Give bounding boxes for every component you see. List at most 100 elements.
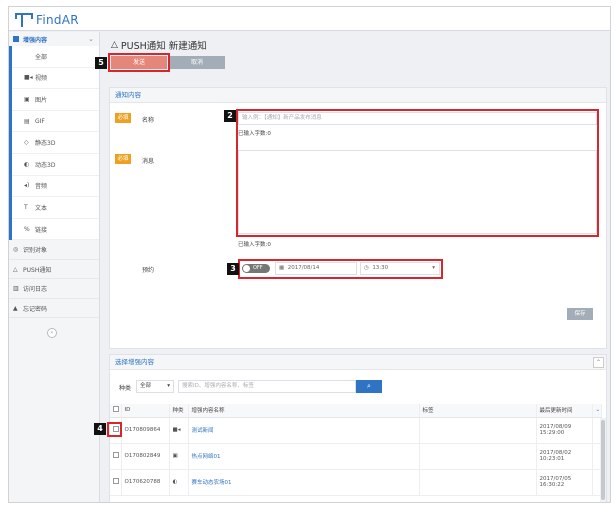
- sidebar-section-augmented-content[interactable]: 增强内容 ⌄: [9, 32, 99, 46]
- sidebar-item-link[interactable]: % 链接: [12, 219, 99, 241]
- sidebar-item-label: GIF: [35, 117, 45, 125]
- sidebar-item-audio[interactable]: ◂) 音频: [12, 176, 99, 198]
- scrollbar-thumb[interactable]: [601, 420, 605, 500]
- findar-logo-icon: [15, 13, 33, 27]
- content-square-icon: [13, 36, 19, 42]
- highlight-box-checkbox: [107, 422, 122, 437]
- row-checkbox[interactable]: [113, 478, 119, 484]
- sidebar-item-text[interactable]: T 文本: [12, 197, 99, 219]
- sidebar-item-recognition-target[interactable]: ◎ 识别对象: [9, 240, 99, 260]
- required-tag: 必填: [115, 154, 131, 164]
- annotation-badge: 5: [95, 57, 107, 69]
- row-tag: [419, 443, 537, 470]
- column-header-id[interactable]: ID: [121, 404, 170, 418]
- sidebar-item-image[interactable]: ▣ 图片: [12, 89, 99, 111]
- sidebar-item-label: 全部: [35, 53, 48, 61]
- name-label: 名称: [142, 117, 155, 124]
- highlight-box-name-message: [236, 109, 599, 237]
- sidebar-item-label: 图片: [35, 96, 48, 104]
- type-filter-value: 全部: [140, 383, 152, 389]
- row-updated-time: 16:30:22: [539, 482, 565, 488]
- column-header-tag[interactable]: 标签: [419, 404, 537, 418]
- message-label: 消息: [142, 158, 155, 165]
- table-row[interactable]: O170802849 ▣ 热点网络01 2017/08/02 10:23:01: [110, 443, 602, 470]
- column-header-updated[interactable]: 最后更新时间: [536, 404, 593, 418]
- required-tag: 必填: [115, 113, 131, 123]
- notification-form-panel: 通知内容 必填 名称 输入例：【通知】新产品发布消息 已输入字数:0 必填 消息…: [109, 87, 607, 349]
- column-header-type[interactable]: 种类: [169, 404, 189, 418]
- sidebar-item-label: 音频: [35, 183, 48, 191]
- row-id: O170620788: [121, 469, 170, 496]
- collapse-panel-button[interactable]: ⌃: [593, 357, 604, 368]
- sidebar-item-video[interactable]: ■◂ 视频: [12, 68, 99, 90]
- sidebar-item-static-3d[interactable]: ◇ 静态3D: [12, 132, 99, 154]
- sort-cell[interactable]: ⌄: [592, 404, 602, 418]
- row-tag: [419, 469, 537, 496]
- image-icon: ▣: [172, 453, 178, 459]
- search-button[interactable]: ⌕: [356, 380, 382, 393]
- chart-icon: ▥: [13, 285, 19, 293]
- select-all-cell[interactable]: [110, 404, 122, 418]
- sidebar-item-label: PUSH通知: [23, 266, 52, 274]
- select-all-checkbox[interactable]: [113, 406, 119, 413]
- lock-icon: ▲: [13, 304, 18, 312]
- save-button[interactable]: 保存: [567, 308, 593, 320]
- sidebar-item-access-log[interactable]: ▥ 访问日志: [9, 279, 99, 299]
- highlight-box-schedule: [238, 259, 443, 279]
- schedule-label: 预约: [142, 267, 155, 274]
- sidebar-collapse-button[interactable]: ‹: [47, 328, 57, 338]
- link-icon: %: [24, 225, 30, 233]
- sidebar-item-label: 文本: [35, 204, 48, 212]
- search-input[interactable]: 搜索ID、增强内容名称、标签: [178, 380, 356, 393]
- app-window: FindAR 增强内容 ⌄ 全部 ■◂ 视频 ▣ 图片 ▤ GIF ◇ 静态3D ◐ 动态…: [8, 6, 611, 503]
- sidebar-item-forgot-password[interactable]: ▲ 忘记密码: [9, 299, 99, 319]
- type-filter-label: 种类: [119, 385, 132, 392]
- text-icon: T: [24, 203, 28, 211]
- table-row[interactable]: O170620788 ◐ 赛车动态农场01 2017/07/05 16:30:22: [110, 469, 602, 496]
- row-checkbox[interactable]: [113, 452, 119, 458]
- table-row[interactable]: O170809864 ■◂ 测试新闻 2017/08/09 15:29:00: [110, 417, 602, 444]
- type-filter-select[interactable]: 全部 ▾: [136, 380, 174, 393]
- table-scrollbar[interactable]: [600, 418, 606, 502]
- row-id: O170802849: [121, 443, 170, 470]
- spin-3d-icon: ◐: [24, 160, 30, 168]
- content-name-link[interactable]: 测试新闻: [192, 428, 214, 434]
- sidebar-item-label: 访问日志: [23, 286, 48, 294]
- page-title-text: PUSH通知 新建通知: [120, 41, 207, 52]
- sidebar-section-label: 增强内容: [23, 36, 48, 44]
- row-updated-time: 15:29:00: [539, 430, 565, 436]
- row-updated: 2017/08/09 15:29:00: [536, 417, 593, 444]
- select-section-title: 选择增强内容: [110, 355, 606, 370]
- sidebar-item-push[interactable]: △ PUSH通知: [9, 260, 99, 280]
- sidebar-item-label: 视频: [35, 75, 48, 83]
- logo-text: FindAR: [36, 13, 79, 27]
- video-icon: ■◂: [172, 427, 181, 433]
- sidebar-submenu: 全部 ■◂ 视频 ▣ 图片 ▤ GIF ◇ 静态3D ◐ 动态3D ◂) 音频 T 文本 % 链…: [9, 46, 99, 241]
- annotation-badge: 3: [227, 263, 239, 275]
- audio-icon: ◂): [24, 182, 30, 190]
- target-icon: ◎: [13, 246, 19, 254]
- caret-down-icon: ▾: [167, 383, 170, 389]
- chevron-down-icon: ⌄: [88, 35, 94, 43]
- message-char-count: 已输入字数:0: [238, 242, 271, 248]
- sort-desc-icon: ⌄: [595, 407, 601, 414]
- cancel-button[interactable]: 取消: [169, 56, 225, 69]
- table-header-row: ID 种类 增强内容名称 标签 最后更新时间 ⌄: [110, 404, 602, 418]
- sidebar-item-label: 链接: [35, 226, 48, 234]
- search-icon: ⌕: [367, 382, 371, 390]
- content-name-link[interactable]: 热点网络01: [192, 454, 221, 460]
- sidebar: 增强内容 ⌄ 全部 ■◂ 视频 ▣ 图片 ▤ GIF ◇ 静态3D ◐ 动态3D ◂) 音频…: [9, 32, 100, 502]
- sidebar-item-gif[interactable]: ▤ GIF: [12, 111, 99, 133]
- bell-icon: △: [111, 40, 118, 50]
- logo[interactable]: FindAR: [15, 11, 79, 29]
- page-title: △ PUSH通知 新建通知: [111, 38, 207, 52]
- content-name-link[interactable]: 赛车动态农场01: [192, 480, 232, 486]
- row-updated: 2017/08/02 10:23:01: [536, 443, 593, 470]
- sidebar-item-all[interactable]: 全部: [12, 46, 99, 68]
- annotation-badge: 2: [224, 110, 236, 122]
- sidebar-item-dynamic-3d[interactable]: ◐ 动态3D: [12, 154, 99, 176]
- chevron-up-icon: ⌃: [595, 359, 602, 366]
- chevron-left-icon: ‹: [50, 329, 54, 336]
- bell-icon: △: [13, 265, 18, 273]
- column-header-name[interactable]: 增强内容名称: [188, 404, 420, 418]
